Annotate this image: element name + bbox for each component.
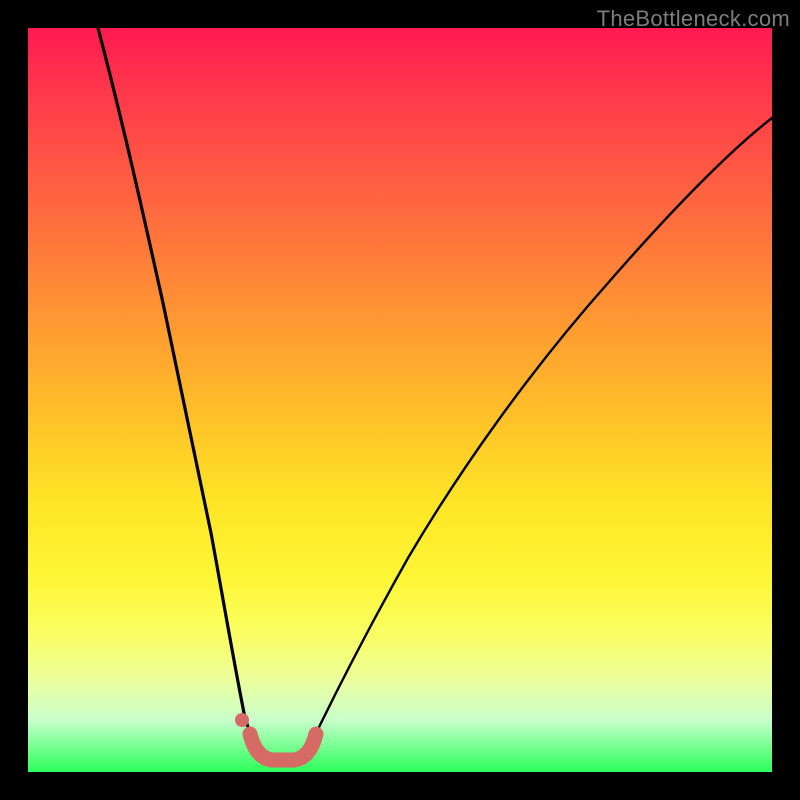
plot-area	[28, 28, 772, 772]
chart-frame: TheBottleneck.com	[0, 0, 800, 800]
curve-canvas	[28, 28, 772, 772]
highlight-dot	[235, 713, 249, 727]
highlight-u	[250, 734, 316, 760]
watermark-text: TheBottleneck.com	[597, 6, 790, 32]
left-curve	[98, 28, 256, 750]
right-curve	[308, 118, 772, 750]
